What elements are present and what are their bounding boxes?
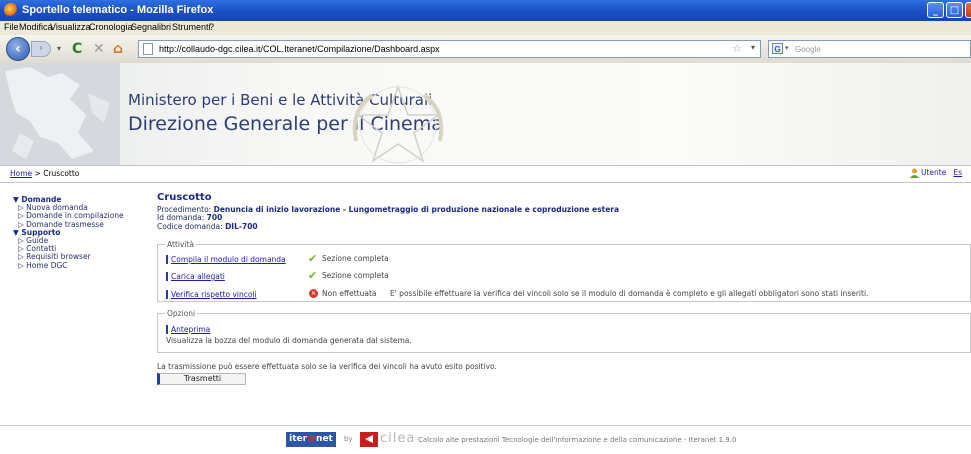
check-icon: ✔ [308, 252, 318, 265]
code-value: DIL-700 [225, 221, 258, 231]
menu-segnalibri[interactable]: Segnalibri [131, 22, 171, 32]
verifica-vincoli-link[interactable]: Verifica rispetto vincoli [166, 290, 257, 299]
page-title: Cruscotto [157, 192, 212, 203]
bookmark-star-icon[interactable]: ☆ [732, 42, 742, 55]
firefox-icon [4, 3, 18, 17]
address-bar[interactable]: http://collaudo-dgc.cilea.it/COL.Iterane… [138, 40, 761, 58]
status-compila: Sezione completa [322, 254, 389, 263]
republic-emblem-image [352, 84, 444, 164]
transmit-note: La trasmissione può essere effettuata so… [157, 362, 497, 371]
sidebar-item-home-dgc[interactable]: ▷ Home DGC [13, 261, 153, 270]
compila-modulo-link[interactable]: Compila il modulo di domanda [166, 255, 286, 264]
breadcrumb-separator: > [34, 169, 41, 178]
status-carica: Sezione completa [322, 271, 389, 280]
forward-button[interactable]: › [31, 41, 51, 57]
options-panel: Opzioni Anteprima Visualizza la bozza de… [157, 309, 971, 353]
carica-allegati-link[interactable]: Carica allegati [166, 272, 225, 281]
footer-text: Calcolo alte prestazioni Tecnologie dell… [418, 436, 737, 444]
menu-modifica[interactable]: Modifica [19, 22, 53, 32]
menu-help[interactable]: ? [209, 22, 214, 32]
maximize-button[interactable]: □ [946, 2, 963, 18]
breadcrumb-bar: Home > Cruscotto Utente Es [0, 165, 971, 183]
site-banner: Ministero per i Beni e le Attività Cultu… [0, 63, 971, 165]
italy-map-image [0, 63, 120, 165]
activities-panel: Attività Compila il modulo di domanda ✔ … [157, 240, 971, 302]
menu-visualizza[interactable]: Visualizza [50, 22, 90, 32]
logout-link[interactable]: Es [954, 168, 963, 177]
home-icon[interactable]: ⌂ [113, 41, 123, 57]
window-title: Sportello telematico - Mozilla Firefox [22, 4, 214, 16]
cilea-logo-text: cilea [380, 431, 416, 446]
breadcrumb-home-link[interactable]: Home [10, 169, 32, 178]
status-verifica: Non effettuata [322, 289, 377, 298]
breadcrumb: Home > Cruscotto [10, 169, 79, 178]
footer-by: by [344, 435, 353, 443]
search-input[interactable]: Google [795, 45, 821, 54]
page-icon [143, 43, 153, 55]
activities-legend: Attività [165, 240, 197, 249]
verifica-note: E' possibile effettuare la verifica dei … [390, 289, 869, 298]
stop-icon[interactable]: ✕ [93, 41, 105, 57]
procedimento-value: Denuncia di inizio lavorazione - Lungome… [213, 205, 620, 214]
search-box[interactable]: G ▾ Google [768, 40, 971, 58]
minimize-button[interactable]: _ [927, 2, 944, 18]
close-button[interactable]: × [965, 2, 971, 18]
google-icon[interactable]: G [772, 43, 783, 54]
menu-strumenti[interactable]: Strumenti [172, 22, 211, 32]
footer: iter@net by cilea Calcolo alte prestazio… [0, 426, 971, 454]
menu-file[interactable]: File [4, 22, 19, 32]
cilea-logo-icon [360, 432, 378, 447]
check-icon: ✔ [308, 269, 318, 282]
menu-cronologia[interactable]: Cronologia [89, 22, 133, 32]
window-titlebar: Sportello telematico - Mozilla Firefox _… [0, 0, 971, 21]
back-button[interactable]: ‹ [6, 37, 30, 61]
anteprima-description: Visualizza la bozza del modulo di domand… [166, 336, 412, 345]
user-icon [910, 168, 919, 178]
user-link[interactable]: Utente Es [921, 168, 962, 177]
error-icon: ✕ [309, 289, 318, 298]
breadcrumb-current: Cruscotto [43, 169, 80, 178]
navigation-toolbar: ‹ › ▾ C ✕ ⌂ http://collaudo-dgc.cilea.it… [0, 35, 971, 64]
sidebar-menu: ▼ Domande ▷ Nuova domanda ▷ Domande in c… [13, 195, 153, 270]
anteprima-link[interactable]: Anteprima [166, 325, 210, 334]
menu-bar: File Modifica Visualizza Cronologia Segn… [0, 21, 971, 35]
application-info: Procedimento: Denuncia di inizio lavoraz… [157, 205, 620, 231]
url-dropdown-icon[interactable]: ▾ [751, 43, 755, 52]
main-content: Cruscotto Procedimento: Denuncia di iniz… [157, 192, 971, 231]
options-legend: Opzioni [165, 309, 198, 318]
search-engine-dropdown-icon[interactable]: ▾ [785, 44, 789, 52]
address-url[interactable]: http://collaudo-dgc.cilea.it/COL.Iterane… [159, 44, 440, 54]
reload-icon[interactable]: C [72, 41, 82, 57]
iternet-logo: iter@net [286, 432, 336, 447]
trasmetti-button[interactable]: Trasmetti [157, 373, 246, 385]
history-dropdown-icon[interactable]: ▾ [57, 44, 61, 53]
